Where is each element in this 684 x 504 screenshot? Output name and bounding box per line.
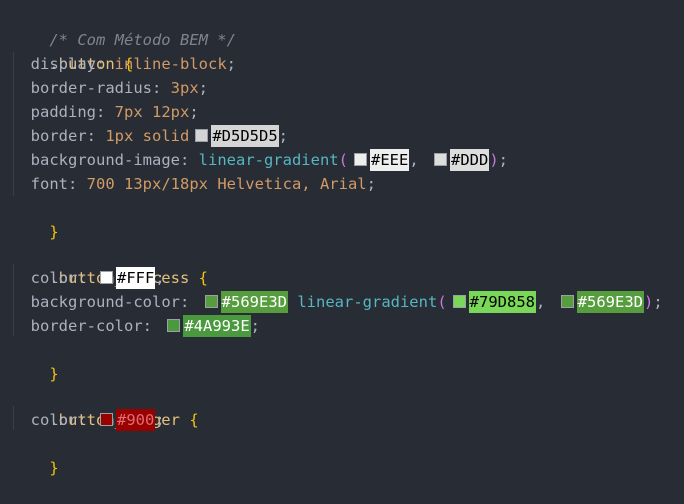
color-swatch-icon[interactable]	[560, 294, 574, 308]
css-value: 700 13px/18px Helvetica, Arial	[86, 175, 367, 193]
css-property: background-image	[30, 151, 180, 169]
code-line: /* Com Método BEM */	[12, 4, 236, 49]
open-brace: {	[189, 411, 199, 429]
css-function: linear-gradient	[297, 293, 438, 311]
color-hex-value: #FFF	[116, 267, 156, 289]
css-property: background-color	[30, 293, 180, 311]
color-swatch-icon[interactable]	[452, 294, 466, 308]
color-hex-value: #79D858	[468, 291, 536, 313]
css-value: 3px	[170, 79, 199, 97]
code-line: }	[12, 196, 58, 241]
css-value: inline-block	[114, 55, 227, 73]
css-property: border-color	[30, 317, 143, 335]
css-value: 1px solid	[105, 127, 190, 145]
css-property: font	[30, 175, 68, 193]
css-property: padding	[30, 103, 96, 121]
css-property: color	[30, 269, 78, 287]
color-swatch-icon[interactable]	[195, 128, 209, 142]
code-line: font: 700 13px/18px Helvetica, Arial;	[30, 175, 376, 193]
code-line: padding: 7px 12px;	[30, 103, 199, 121]
code-line: .button_success {	[12, 242, 208, 287]
code-line: }	[12, 338, 58, 383]
code-line: border: 1px solid #D5D5D5;	[30, 125, 289, 147]
code-line: .button {	[12, 28, 133, 73]
css-property: border	[30, 127, 87, 145]
css-property: color	[30, 411, 78, 429]
color-swatch-icon[interactable]	[167, 318, 181, 332]
code-line: display: inline-block;	[30, 55, 236, 73]
code-line: background-image: linear-gradient(#EEE, …	[30, 149, 508, 171]
color-hex-value: #EEE	[369, 149, 410, 171]
color-hex-value: #DDD	[449, 149, 490, 171]
css-value: 7px 12px	[114, 103, 190, 121]
color-hex-value: #569E3D	[220, 291, 288, 313]
css-function: linear-gradient	[198, 151, 339, 169]
color-hex-value: #569E3D	[576, 291, 644, 313]
color-hex-value: #4A993E	[183, 315, 251, 337]
color-swatch-icon[interactable]	[100, 270, 114, 284]
color-swatch-icon[interactable]	[433, 152, 447, 166]
close-brace: }	[49, 459, 59, 477]
open-brace: {	[198, 269, 208, 287]
code-line: border-radius: 3px;	[30, 79, 209, 97]
color-hex-value: #900	[116, 409, 156, 431]
css-property: border-radius	[30, 79, 152, 97]
color-hex-value: #D5D5D5	[211, 125, 279, 147]
color-swatch-icon[interactable]	[204, 294, 218, 308]
code-line: }	[12, 432, 58, 477]
color-swatch-icon[interactable]	[353, 152, 367, 166]
code-line: color: #FFF;	[30, 267, 165, 289]
code-line: color: #900;	[30, 409, 165, 431]
close-brace: }	[49, 365, 59, 383]
code-line: background-color: #569E3D linear-gradien…	[30, 291, 663, 313]
code-line: border-color: #4A993E;	[30, 315, 260, 337]
code-line: .button_danger {	[12, 384, 198, 429]
color-swatch-icon[interactable]	[100, 412, 114, 426]
close-brace: }	[49, 223, 59, 241]
css-property: display	[30, 55, 96, 73]
code-editor[interactable]: /* Com Método BEM */ .button { display: …	[0, 0, 684, 477]
